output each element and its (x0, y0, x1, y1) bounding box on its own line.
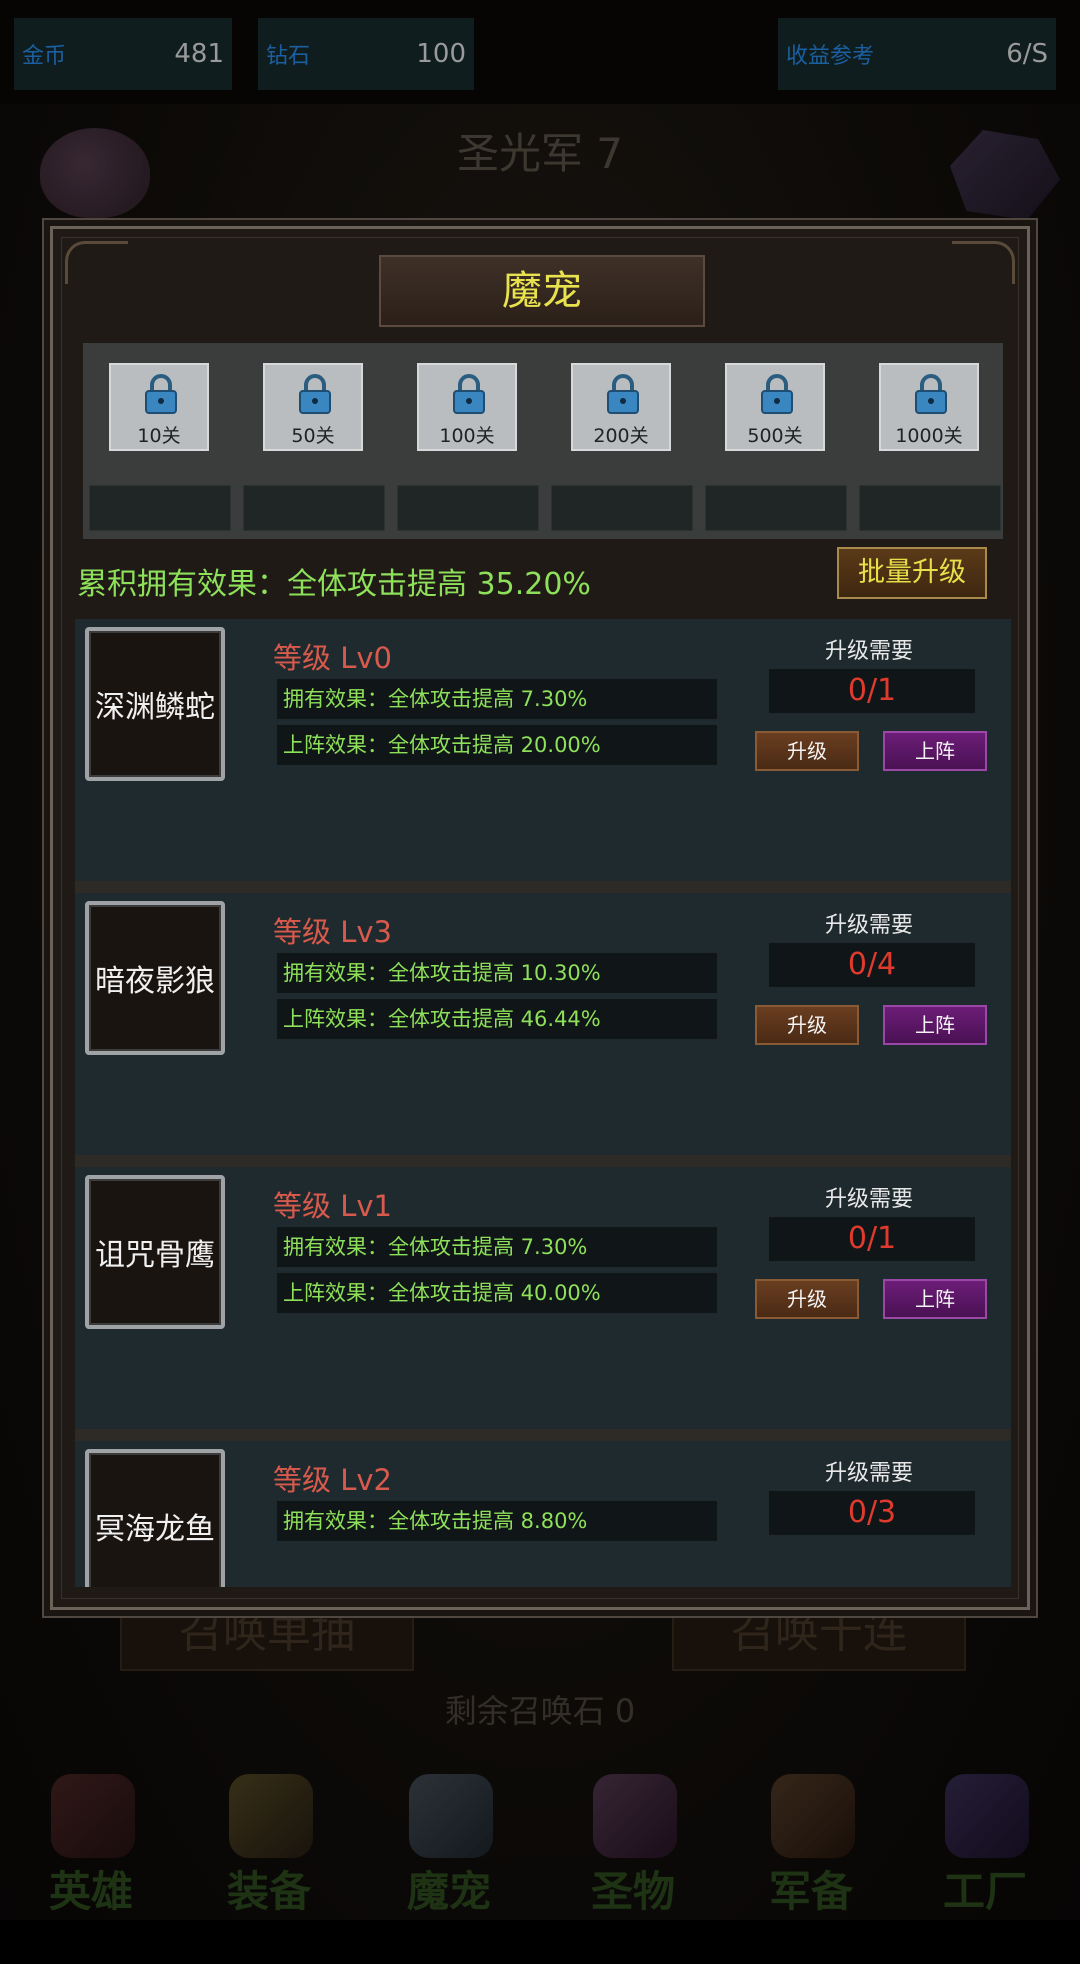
diamond-counter: 钻石 100 (258, 18, 474, 90)
pet-portrait[interactable]: 诅咒骨鹰 (85, 1175, 225, 1329)
upgrade-req-label: 升级需要 (824, 913, 913, 938)
deploy-button[interactable]: 上阵 (883, 1279, 987, 1319)
gold-counter: 金币 481 (14, 18, 232, 90)
upgrade-button[interactable]: 升级 (755, 1005, 859, 1045)
upgrade-requirement: 0/1 (769, 1217, 975, 1261)
milestone-200[interactable]: 200关 (571, 363, 671, 451)
revenue-value: 6/S (1006, 39, 1048, 69)
system-bar (0, 1920, 1080, 1964)
own-effect: 拥有效果：全体攻击提高 10.30% (277, 953, 717, 993)
ornament-corner-icon (952, 241, 1015, 284)
revenue-label: 收益参考 (786, 44, 875, 69)
pet-card: 冥海龙鱼 等级 Lv2 拥有效果：全体攻击提高 8.80% 升级需要 0/3 (75, 1429, 1011, 1587)
revenue-counter: 收益参考 6/S (778, 18, 1056, 90)
pet-slot[interactable] (89, 485, 231, 531)
pet-level: 等级 Lv3 (273, 915, 392, 949)
pet-card: 暗夜影狼 等级 Lv3 拥有效果：全体攻击提高 10.30% 上阵效果：全体攻击… (75, 881, 1011, 1155)
milestone-label: 1000关 (895, 425, 963, 447)
milestone-label: 10关 (137, 425, 181, 447)
upgrade-req-label: 升级需要 (824, 639, 913, 664)
pet-level: 等级 Lv2 (273, 1463, 392, 1497)
pet-slot[interactable] (551, 485, 693, 531)
lock-icon (299, 374, 331, 414)
milestone-1000[interactable]: 1000关 (879, 363, 979, 451)
own-effect: 拥有效果：全体攻击提高 8.80% (277, 1501, 717, 1541)
pet-modal: 魔宠 10关 50关 100关 200关 500关 1000关 累积拥有效果：全… (50, 226, 1030, 1610)
milestone-100[interactable]: 100关 (417, 363, 517, 451)
cumulative-effect: 累积拥有效果：全体攻击提高 35.20% (77, 567, 591, 602)
pet-slot[interactable] (859, 485, 1001, 531)
pet-slot[interactable] (705, 485, 847, 531)
pet-slot[interactable] (397, 485, 539, 531)
upgrade-button[interactable]: 升级 (755, 1279, 859, 1319)
lock-icon (145, 374, 177, 414)
milestone-500[interactable]: 500关 (725, 363, 825, 451)
upgrade-req-label: 升级需要 (824, 1187, 913, 1212)
pet-portrait[interactable]: 冥海龙鱼 (85, 1449, 225, 1587)
milestone-label: 200关 (593, 425, 649, 447)
pet-card: 深渊鳞蛇 等级 Lv0 拥有效果：全体攻击提高 7.30% 上阵效果：全体攻击提… (75, 619, 1011, 881)
modal-title: 魔宠 (379, 255, 705, 327)
deploy-effect: 上阵效果：全体攻击提高 20.00% (277, 725, 717, 765)
lock-icon (915, 374, 947, 414)
deploy-effect: 上阵效果：全体攻击提高 40.00% (277, 1273, 717, 1313)
pet-portrait[interactable]: 暗夜影狼 (85, 901, 225, 1055)
deploy-effect: 上阵效果：全体攻击提高 46.44% (277, 999, 717, 1039)
upgrade-req-label: 升级需要 (824, 1461, 913, 1486)
milestone-10[interactable]: 10关 (109, 363, 209, 451)
deploy-button[interactable]: 上阵 (883, 1005, 987, 1045)
lock-icon (453, 374, 485, 414)
ornament-corner-icon (65, 241, 128, 284)
pet-card: 诅咒骨鹰 等级 Lv1 拥有效果：全体攻击提高 7.30% 上阵效果：全体攻击提… (75, 1155, 1011, 1429)
pet-level: 等级 Lv0 (273, 641, 392, 675)
gold-value: 481 (174, 39, 224, 69)
upgrade-requirement: 0/4 (769, 943, 975, 987)
gold-label: 金币 (22, 44, 67, 69)
lock-icon (607, 374, 639, 414)
pet-portrait[interactable]: 深渊鳞蛇 (85, 627, 225, 781)
milestone-panel: 10关 50关 100关 200关 500关 1000关 (83, 343, 1003, 539)
lock-icon (761, 374, 793, 414)
pet-level: 等级 Lv1 (273, 1189, 392, 1223)
batch-upgrade-button[interactable]: 批量升级 (837, 547, 987, 599)
deploy-button[interactable]: 上阵 (883, 731, 987, 771)
upgrade-button[interactable]: 升级 (755, 731, 859, 771)
diamond-label: 钻石 (266, 44, 311, 69)
milestone-50[interactable]: 50关 (263, 363, 363, 451)
upgrade-requirement: 0/3 (769, 1491, 975, 1535)
diamond-value: 100 (416, 39, 466, 69)
milestone-label: 500关 (747, 425, 803, 447)
milestone-label: 50关 (291, 425, 335, 447)
pet-list[interactable]: 深渊鳞蛇 等级 Lv0 拥有效果：全体攻击提高 7.30% 上阵效果：全体攻击提… (75, 619, 1011, 1587)
resource-bar: 金币 481 钻石 100 收益参考 6/S (0, 0, 1080, 104)
own-effect: 拥有效果：全体攻击提高 7.30% (277, 679, 717, 719)
own-effect: 拥有效果：全体攻击提高 7.30% (277, 1227, 717, 1267)
pet-slot[interactable] (243, 485, 385, 531)
milestone-label: 100关 (439, 425, 495, 447)
upgrade-requirement: 0/1 (769, 669, 975, 713)
